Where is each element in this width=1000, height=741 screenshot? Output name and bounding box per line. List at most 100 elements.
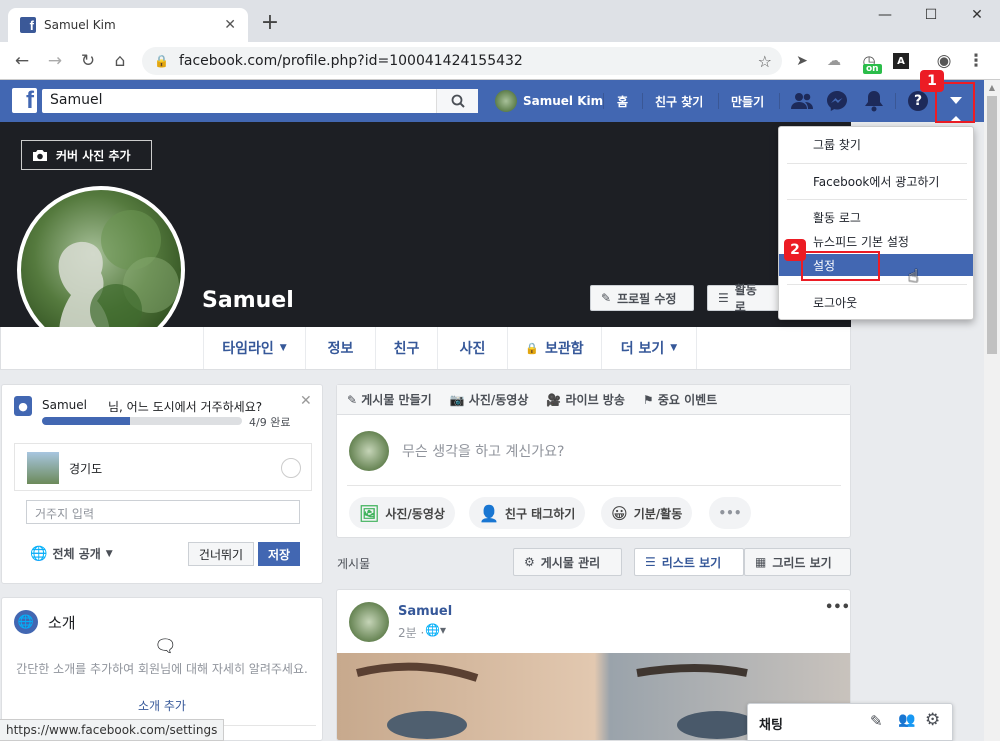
menu-advertise[interactable]: Facebook에서 광고하기 [779,170,973,192]
facebook-logo-icon[interactable]: f [12,88,37,113]
nav-create[interactable]: 만들기 [731,80,764,122]
compose-message-icon[interactable]: ✎ [870,712,883,730]
menu-divider [787,163,967,164]
more-options-button[interactable]: ••• [709,497,751,529]
progress-label: 4/9 완료 [249,416,291,429]
chevron-down-icon: ▼ [279,343,287,353]
composer-tab-create[interactable]: ✎ 게시물 만들기 [347,391,432,408]
chrome-menu-icon[interactable]: ⋮ [962,47,990,75]
help-question-icon[interactable]: ? [906,89,930,113]
facebook-search-input[interactable]: Samuel [42,89,478,113]
search-icon [451,94,465,108]
manage-posts-button[interactable]: ⚙ 게시물 관리 [513,548,622,576]
post-more-icon[interactable]: ••• [825,600,850,615]
menu-news-feed-preferences[interactable]: 뉴스피드 기본 설정 [779,230,973,252]
post-author-avatar[interactable] [349,602,389,642]
nav-profile-link[interactable]: Samuel Kim [495,80,603,122]
tab-archive[interactable]: 🔒 보관함 [507,327,601,369]
menu-activity-log[interactable]: 활동 로그 [779,206,973,228]
extension-cloud-icon[interactable]: ☁ [820,47,848,75]
save-button[interactable]: 저장 [258,542,300,566]
post-composer: ✎ 게시물 만들기 📷 사진/동영상 🎥 라이브 방송 ⚑ 중요 이벤트 무슨 … [336,384,851,538]
intro-text: 간단한 소개를 추가하여 회원님에 대해 자세히 알려주세요. [16,662,308,676]
composer-placeholder[interactable]: 무슨 생각을 하고 계신가요? [402,441,564,461]
bookmark-star-icon[interactable]: ☆ [758,52,772,71]
extension-cursor-icon[interactable]: ➤ [788,47,816,75]
nav-separator [718,93,719,109]
photo-video-button[interactable]: 🖼 사진/동영상 [349,497,455,529]
reload-icon[interactable]: ↻ [74,47,102,75]
tab-timeline[interactable]: 타임라인 ▼ [203,327,305,369]
search-button[interactable] [436,89,478,113]
post-time[interactable]: 2분 · [398,624,424,641]
privacy-selector[interactable]: 🌐 전체 공개 ▼ [30,545,113,562]
browser-tab[interactable]: f Samuel Kim ✕ [8,8,248,42]
composer-tab-event[interactable]: ⚑ 중요 이벤트 [643,391,717,408]
globe-icon: 🌐 [30,545,48,562]
close-window-button[interactable]: ✕ [954,0,1000,30]
nav-home[interactable]: 홈 [617,80,628,122]
extension-a-icon[interactable]: A [893,53,909,69]
composer-tab-live[interactable]: 🎥 라이브 방송 [546,391,625,408]
nav-avatar [495,90,517,112]
composer-tab-photo[interactable]: 📷 사진/동영상 [450,391,529,408]
audience-globe-icon[interactable]: 🌐▾ [425,623,446,637]
maximize-button[interactable]: ☐ [908,0,954,30]
notifications-bell-icon[interactable] [862,89,886,113]
manage-posts-icon: ⚙ [524,555,535,569]
chat-bar[interactable]: 채팅 ✎ 👥 ⚙ [747,703,953,741]
profile-photo-image [58,210,179,350]
minimize-button[interactable]: — [862,0,908,30]
nav-separator [895,93,896,109]
edit-profile-button[interactable]: ✎ 프로필 수정 [590,285,694,311]
add-cover-photo-button[interactable]: 커버 사진 추가 [21,140,152,170]
menu-divider [787,199,967,200]
mouse-hand-cursor-icon: ☝ [908,266,919,287]
menu-find-groups[interactable]: 그룹 찾기 [779,133,973,155]
nav-find-friends[interactable]: 친구 찾기 [655,80,703,122]
tag-friends-button[interactable]: 👤 친구 태그하기 [469,497,586,529]
progress-fill [42,417,130,425]
skip-button[interactable]: 건너뛰기 [188,542,254,566]
address-bar[interactable]: 🔒 facebook.com/profile.php?id=1000414241… [142,47,782,75]
post-author-name[interactable]: Samuel [398,604,452,619]
menu-logout[interactable]: 로그아웃 [779,291,973,313]
activity-log-button[interactable]: ☰ 활동 로 [707,283,782,314]
messenger-icon[interactable] [825,89,849,113]
scrollbar-thumb[interactable] [987,96,997,354]
account-dropdown-menu: 그룹 찾기 Facebook에서 광고하기 활동 로그 뉴스피드 기본 설정 설… [778,126,974,320]
facebook-top-bar: f Samuel Samuel Kim 홈 친구 찾기 만들기 ? [0,80,984,122]
tab-more[interactable]: 더 보기 ▼ [601,327,697,369]
facebook-favicon-icon: f [20,17,36,33]
chat-settings-gear-icon[interactable]: ⚙ [925,710,940,730]
tag-friends-icon: 👤 [479,503,499,523]
feeling-activity-button[interactable]: 😀 기분/활동 [601,497,693,529]
page-scrollbar[interactable]: ▲ [984,80,1000,741]
tab-photos[interactable]: 사진 [437,327,507,369]
forward-icon[interactable]: → [41,47,69,75]
chat-label: 채팅 [759,718,783,733]
group-chat-icon[interactable]: 👥 [898,712,915,728]
city-radio[interactable] [281,458,301,478]
close-icon[interactable]: ✕ [300,393,312,409]
smiley-icon: 😀 [611,503,628,523]
friend-requests-icon[interactable] [790,89,814,113]
scrollbar-up-icon[interactable]: ▲ [984,80,1000,96]
lock-icon: 🔒 [525,341,540,355]
close-tab-icon[interactable]: ✕ [224,17,236,33]
back-icon[interactable]: ← [8,47,36,75]
tab-about[interactable]: 정보 [305,327,375,369]
city-input[interactable]: 거주지 입력 [26,500,300,524]
list-view-button[interactable]: ☰ 리스트 보기 [634,548,744,576]
city-suggestion-row[interactable]: 경기도 [14,443,312,491]
grid-view-button[interactable]: ▦ 그리드 보기 [744,548,851,576]
new-tab-button[interactable]: + [258,10,282,35]
lock-icon: 🔒 [154,54,169,68]
city-prompt-card: ● Samuel 님, 어느 도시에서 거주하세요? ✕ 4/9 완료 경기도 … [1,384,323,584]
chevron-down-icon: ▼ [105,548,113,559]
speech-bubble-icon: 🗨 [154,636,177,657]
add-intro-link[interactable]: 소개 추가 [12,697,312,714]
location-pin-icon: ● [14,396,32,416]
home-icon[interactable]: ⌂ [106,47,134,75]
tab-friends[interactable]: 친구 [375,327,437,369]
